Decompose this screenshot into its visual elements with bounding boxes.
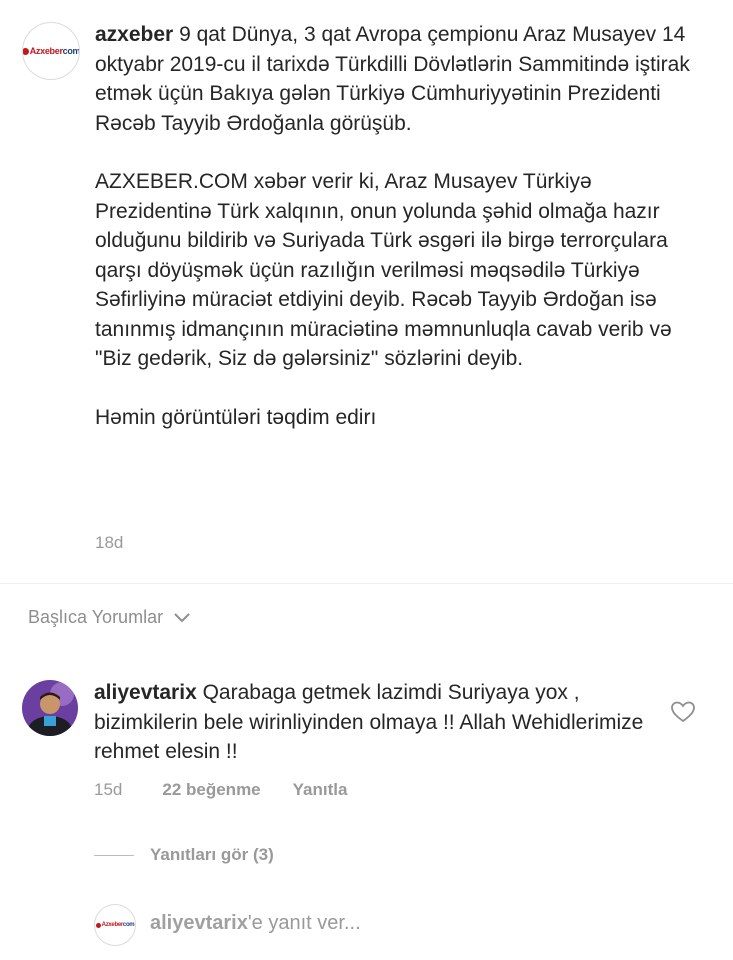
top-comments-toggle[interactable]: Başlıca Yorumlar	[28, 607, 191, 628]
caption-paragraph-1: 9 qat Dünya, 3 qat Avropa çempionu Araz …	[95, 23, 690, 135]
heart-icon[interactable]	[670, 700, 696, 724]
reply-placeholder: 'e yanıt ver...	[247, 912, 361, 934]
caption-paragraph-2: AZXEBER.COM xəbər verir ki, Araz Musayev…	[95, 170, 672, 370]
comment-meta: 15d 22 beğenme Yanıtla	[94, 780, 347, 800]
reply-input[interactable]: aliyevtarix'e yanıt ver...	[150, 912, 361, 935]
replies-divider-line	[94, 854, 134, 856]
comment-username[interactable]: aliyevtarix	[94, 681, 197, 704]
current-user-avatar: Azxeber com	[94, 904, 136, 946]
logo-dot-icon	[23, 47, 29, 55]
reply-mention: aliyevtarix	[150, 912, 248, 934]
divider	[0, 583, 733, 584]
commenter-avatar[interactable]	[22, 680, 78, 736]
azxeber-logo-small: Azxeber com	[95, 922, 135, 928]
view-replies-button[interactable]: Yanıtları gör (3)	[94, 845, 274, 865]
post-timestamp: 18d	[95, 533, 124, 552]
post-username[interactable]: azxeber	[95, 23, 173, 46]
logo-dot-icon	[95, 922, 101, 928]
comment-timestamp: 15d	[94, 780, 123, 799]
azxeber-avatar[interactable]: Azxeber com	[22, 22, 80, 80]
top-comments-label: Başlıca Yorumlar	[28, 607, 164, 627]
caption-paragraph-3: Həmin görüntüləri təqdim edirı	[95, 405, 377, 429]
comment-likes-count[interactable]: 22 beğenme	[162, 780, 260, 800]
comment-body: aliyevtarix Qarabaga getmek lazimdi Suri…	[94, 678, 654, 767]
post-caption: azxeber 9 qat Dünya, 3 qat Avropa çempio…	[95, 20, 710, 461]
avatar-photo	[22, 680, 78, 736]
view-replies-label: Yanıtları gör (3)	[150, 845, 274, 864]
azxeber-logo: Azxeber com	[23, 46, 79, 56]
chevron-down-icon	[174, 612, 190, 622]
reply-button[interactable]: Yanıtla	[293, 780, 348, 800]
